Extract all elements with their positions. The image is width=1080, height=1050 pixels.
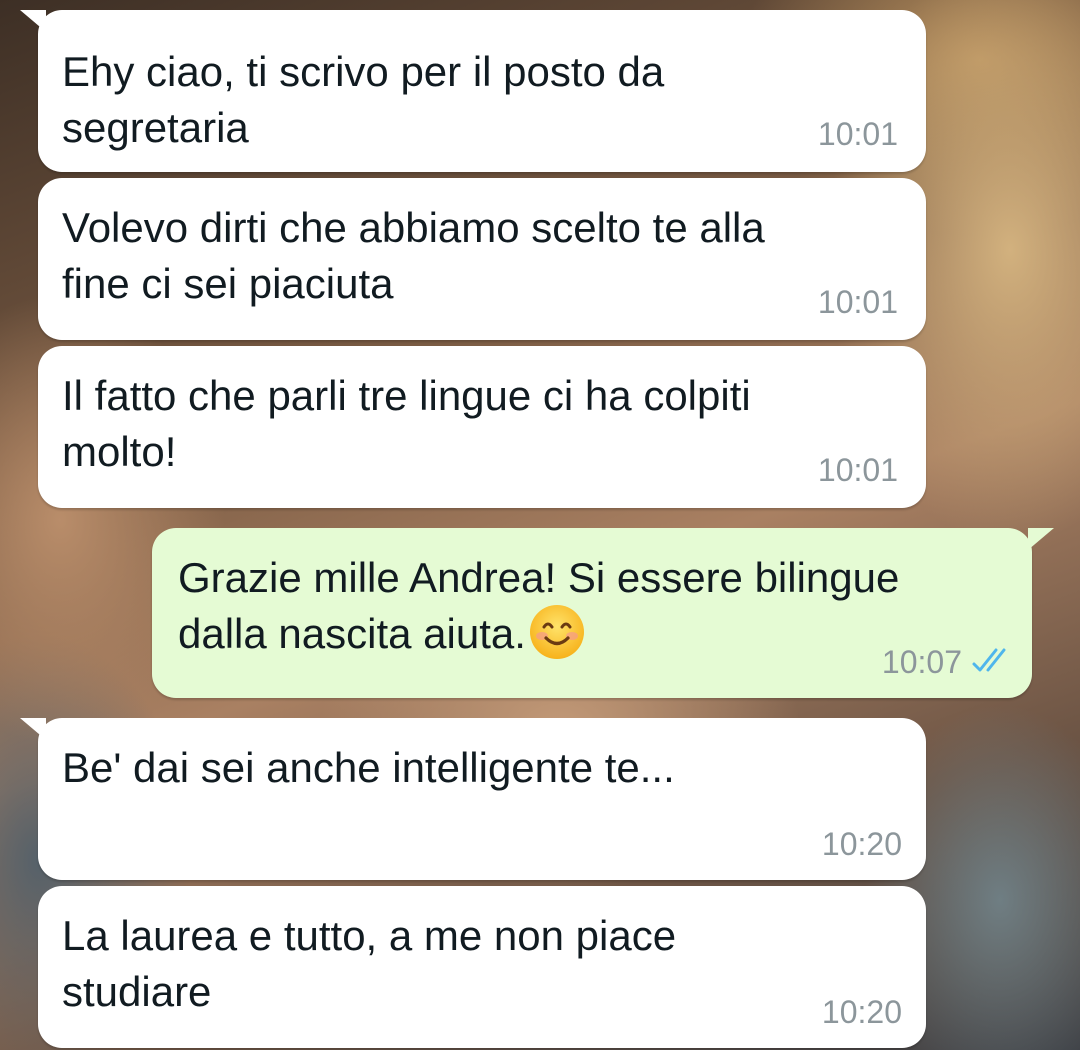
message-text: Grazie mille Andrea! Si essere bilingue … [178,550,899,662]
message-timestamp: 10:01 [817,284,898,320]
message-text: Volevo dirti che abbiamo scelto te alla … [62,204,765,307]
message-text: Be' dai sei anche intelligente te... [62,744,675,791]
incoming-message-bubble[interactable]: Volevo dirti che abbiamo scelto te alla … [38,178,926,340]
message-timestamp: 10:20 [821,994,902,1030]
message-timestamp: 10:20 [821,826,902,862]
bubble-tail [1028,528,1054,550]
message-text: Il fatto che parli tre lingue ci ha colp… [62,372,751,475]
incoming-message-bubble[interactable]: La laurea e tutto, a me non piace studia… [38,886,926,1048]
message-text: Ehy ciao, ti scrivo per il posto da segr… [62,48,665,151]
bubble-tail [20,718,46,740]
incoming-message-bubble[interactable]: Be' dai sei anche intelligente te... 10:… [20,718,926,880]
incoming-message-bubble[interactable]: Il fatto che parli tre lingue ci ha colp… [38,346,926,508]
incoming-message-bubble[interactable]: Ehy ciao, ti scrivo per il posto da segr… [20,10,926,172]
outgoing-message-bubble[interactable]: Grazie mille Andrea! Si essere bilingue … [152,528,1054,698]
message-text: La laurea e tutto, a me non piace studia… [62,912,677,1015]
message-list[interactable]: Ehy ciao, ti scrivo per il posto da segr… [0,0,1080,1050]
message-timestamp: 10:07 [881,644,962,680]
bubble-tail [20,10,46,32]
message-timestamp: 10:01 [817,452,898,488]
smiling-face-icon [529,604,584,659]
message-timestamp: 10:01 [817,116,898,152]
double-check-icon [972,648,1006,672]
